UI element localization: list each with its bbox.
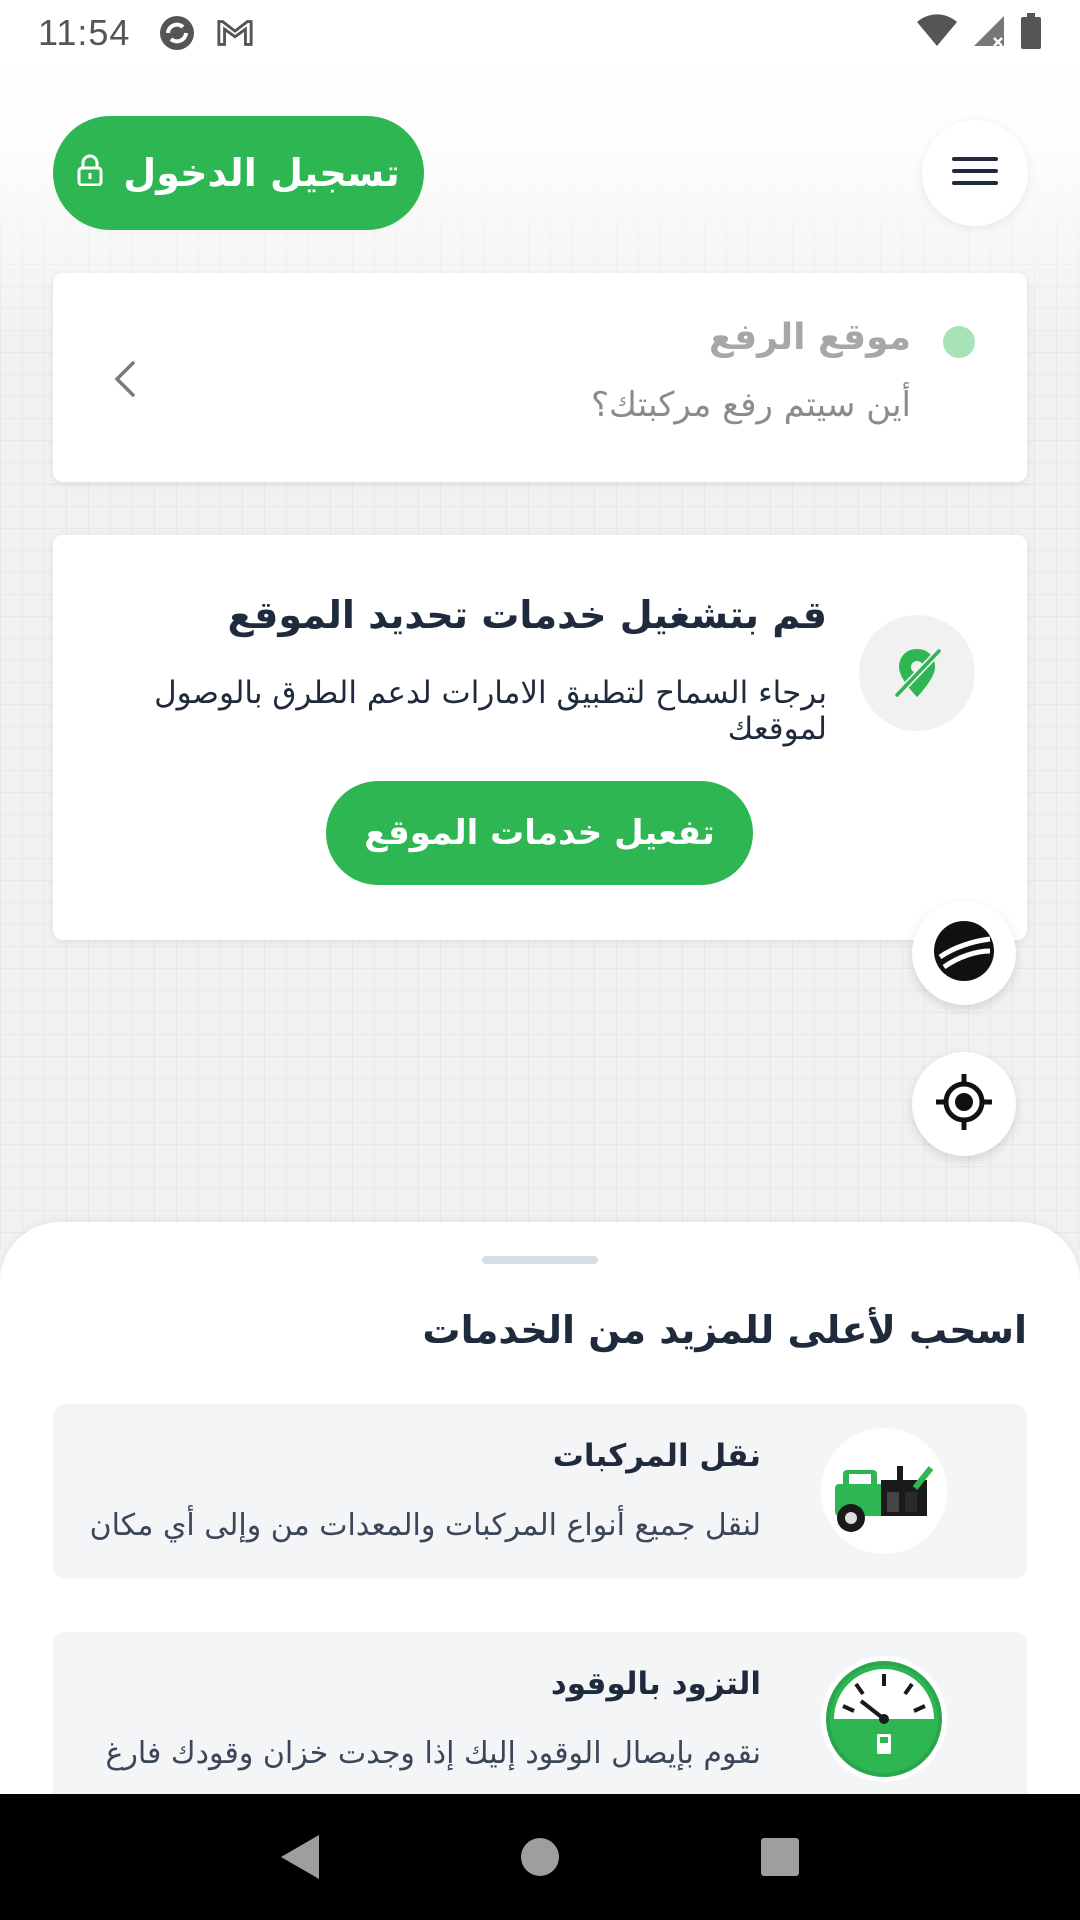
- tow-truck-icon: [821, 1428, 947, 1554]
- back-triangle-icon[interactable]: [270, 1827, 330, 1887]
- status-time: 11:54: [38, 12, 131, 53]
- service-title: نقل المركبات: [552, 1438, 761, 1474]
- sheet-drag-handle[interactable]: [482, 1256, 598, 1264]
- pickup-dot-icon: [943, 326, 975, 358]
- service-title: التزود بالوقود: [550, 1666, 761, 1702]
- pickup-title: موقع الرفع: [709, 317, 911, 358]
- lock-icon: [77, 151, 103, 195]
- system-nav-bar: [0, 1794, 1080, 1920]
- service-card-fuel-delivery[interactable]: التزود بالوقود نقوم بإيصال الوقود إليك إ…: [53, 1632, 1027, 1807]
- pickup-subtitle: أين سيتم رفع مركبتك؟: [591, 385, 911, 425]
- permission-description: برجاء السماح لتطبيق الامارات لدعم الطرق …: [154, 675, 827, 747]
- signal-icon: [972, 14, 1006, 52]
- recents-square-icon[interactable]: [750, 1827, 810, 1887]
- chevron-left-icon: [105, 355, 145, 403]
- my-location-button[interactable]: [912, 1052, 1016, 1156]
- login-button[interactable]: تسجيل الدخول: [53, 116, 424, 230]
- service-description: نقوم بإيصال الوقود إليك إذا وجدت خزان وق…: [105, 1736, 761, 1771]
- location-permission-card: قم بتشغيل خدمات تحديد الموقع برجاء السما…: [53, 535, 1027, 940]
- sheet-title: اسحب لأعلى للمزيد من الخدمات: [422, 1308, 1027, 1352]
- menu-button[interactable]: [922, 120, 1028, 226]
- battery-icon: [1020, 13, 1042, 53]
- map-style-button[interactable]: [912, 901, 1016, 1005]
- home-circle-icon[interactable]: [510, 1827, 570, 1887]
- enable-location-button[interactable]: تفعيل خدمات الموقع: [326, 781, 753, 885]
- sync-app-icon: [158, 14, 196, 52]
- fuel-gauge-icon: [821, 1656, 947, 1782]
- location-off-icon: [859, 615, 975, 731]
- my-location-icon: [934, 1072, 994, 1136]
- gmail-icon: [216, 14, 254, 52]
- globe-icon: [932, 919, 996, 987]
- status-bar: 11:54: [0, 0, 1080, 66]
- permission-title: قم بتشغيل خدمات تحديد الموقع: [227, 593, 827, 637]
- pickup-location-card[interactable]: موقع الرفع أين سيتم رفع مركبتك؟: [53, 273, 1027, 482]
- wifi-icon: [916, 14, 958, 52]
- service-description: لنقل جميع أنواع المركبات والمعدات من وإل…: [89, 1508, 761, 1543]
- service-card-vehicle-transport[interactable]: نقل المركبات لنقل جميع أنواع المركبات وا…: [53, 1404, 1027, 1579]
- hamburger-menu-icon: [952, 156, 998, 190]
- login-button-label: تسجيل الدخول: [123, 151, 400, 195]
